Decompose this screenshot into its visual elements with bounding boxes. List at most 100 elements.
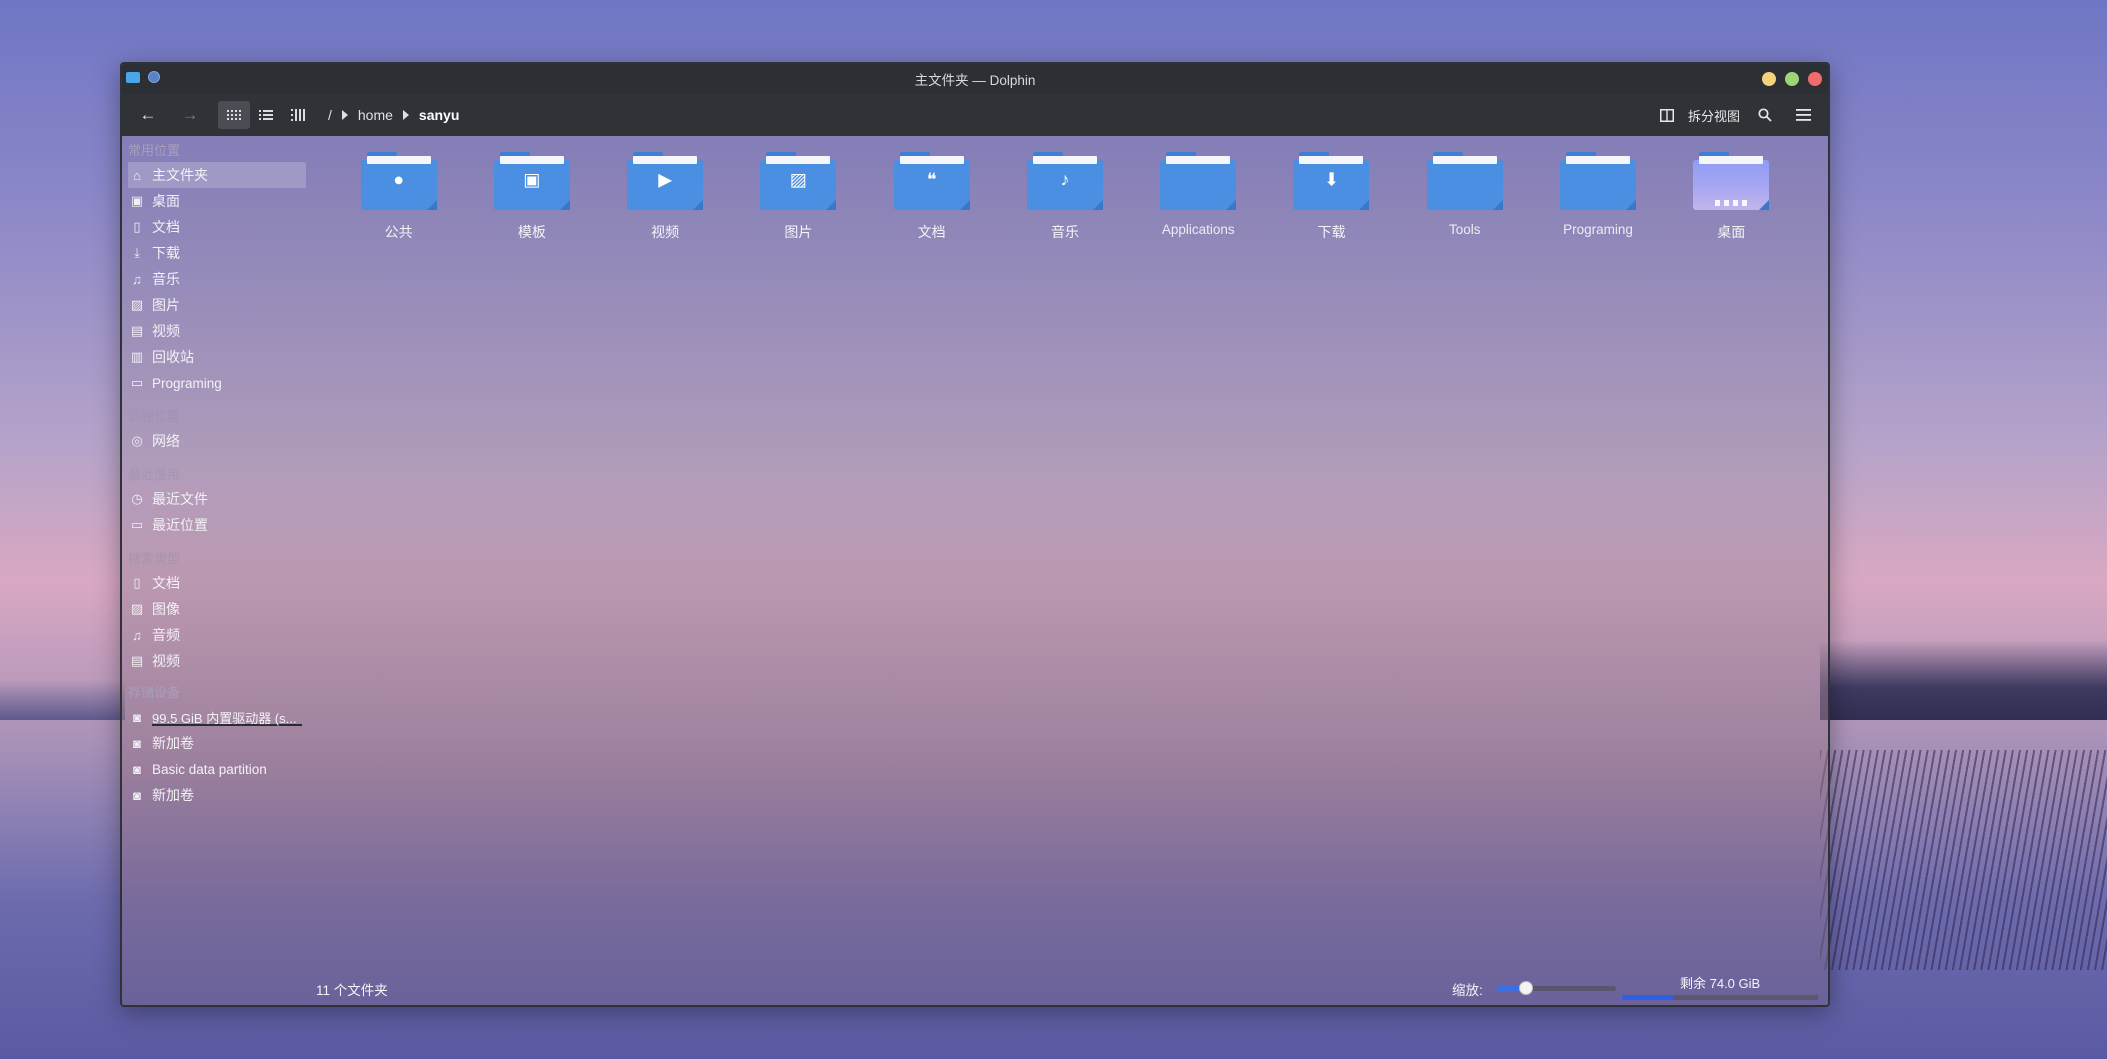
details-view-button[interactable] <box>282 101 314 129</box>
back-button[interactable]: ← <box>132 101 164 129</box>
split-view-button[interactable] <box>1656 101 1678 129</box>
sidebar-item-search-video[interactable]: ▤ 视频 <box>122 648 312 674</box>
details-icon <box>291 109 305 121</box>
arrow-right-icon: → <box>181 105 199 124</box>
folder-downloads[interactable]: ⬇ 下载 <box>1265 152 1398 242</box>
zoom-slider[interactable] <box>1496 981 1616 995</box>
free-space-label: 剩余 74.0 GiB <box>1680 976 1761 991</box>
split-view-label[interactable]: 拆分视图 <box>1688 106 1740 125</box>
file-label: 图片 <box>784 224 813 240</box>
download-icon: ⤓ <box>134 245 140 260</box>
sidebar-item-volume-1[interactable]: ◙ 新加卷 <box>122 730 312 756</box>
sidebar-item-search-images[interactable]: ▨ 图像 <box>122 596 312 622</box>
folder-icon: ● <box>360 152 437 210</box>
file-label: 下载 <box>1317 224 1346 240</box>
file-label: Applications <box>1161 222 1235 237</box>
breadcrumb-home[interactable]: home <box>358 107 393 123</box>
breadcrumb-separator-icon[interactable] <box>341 110 348 120</box>
hamburger-menu-button[interactable] <box>1790 101 1816 129</box>
keep-on-top-icon[interactable] <box>148 71 160 83</box>
sidebar-item-label: 视频 <box>152 653 180 669</box>
sidebar-item-programing[interactable]: ▭ Programing <box>122 370 312 396</box>
free-space-bar[interactable] <box>1622 995 1818 1000</box>
section-title-devices: 存储设备 <box>128 685 181 700</box>
sidebar-item-home[interactable]: ⌂ 主文件夹 <box>128 162 306 188</box>
folder-icon: ♪ <box>1026 152 1103 210</box>
breadcrumb-separator-icon[interactable] <box>402 110 409 120</box>
sidebar-item-music[interactable]: ♫ 音乐 <box>122 266 312 292</box>
desktop-wallpaper-icon <box>1693 152 1770 210</box>
zoom-label: 缩放: <box>1452 983 1483 998</box>
search-button[interactable] <box>1750 101 1780 129</box>
sidebar-item-label: 音乐 <box>152 271 180 287</box>
play-icon: ▶ <box>658 169 673 190</box>
folder-count: 11 个文件夹 <box>316 983 388 998</box>
folder-desktop[interactable]: 桌面 <box>1665 152 1798 242</box>
zoom-slider-handle[interactable] <box>1519 981 1533 995</box>
sidebar-item-downloads[interactable]: ⤓ 下载 <box>122 240 312 266</box>
file-view: ● 公共 ▣ 模板 ▶ 视频 ▨ 图片 ❝ 文档 ♪ 音乐 Applicatio… <box>332 152 1798 242</box>
sidebar-item-videos[interactable]: ▤ 视频 <box>122 318 312 344</box>
dolphin-window: 主文件夹 — Dolphin ← → / home sanyu 拆分视图 常用位… <box>120 62 1830 1007</box>
section-title-places: 常用位置 <box>128 143 181 158</box>
user-icon: ● <box>393 169 405 190</box>
file-label: Tools <box>1449 222 1481 237</box>
title-bar[interactable]: 主文件夹 — Dolphin <box>122 64 1828 94</box>
folder-public[interactable]: ● 公共 <box>332 152 465 242</box>
forward-button[interactable]: → <box>174 101 206 129</box>
breadcrumb-root[interactable]: / <box>328 107 332 123</box>
quote-icon: ❝ <box>926 169 937 190</box>
wallpaper-reeds <box>1820 750 2107 970</box>
split-view-icon <box>1659 108 1674 122</box>
sidebar-item-volume-2[interactable]: ◙ 新加卷 <box>122 782 312 808</box>
sidebar-item-label: 文档 <box>152 219 180 235</box>
network-icon: ◎ <box>131 433 143 448</box>
sidebar-item-documents[interactable]: ▯ 文档 <box>122 214 312 240</box>
clock-icon: ◷ <box>131 491 143 506</box>
sidebar-item-label: 桌面 <box>152 193 180 209</box>
sidebar-item-label: 文档 <box>152 575 180 591</box>
drive-icon: ◙ <box>133 787 141 803</box>
list-icon <box>259 110 273 120</box>
minimize-button[interactable] <box>1762 72 1776 86</box>
sidebar-item-recent-files[interactable]: ◷ 最近文件 <box>122 486 312 512</box>
folder-videos[interactable]: ▶ 视频 <box>599 152 732 242</box>
sidebar-item-search-audio[interactable]: ♫ 音频 <box>122 622 312 648</box>
maximize-button[interactable] <box>1785 72 1799 86</box>
folder-icon: ▭ <box>130 375 144 390</box>
close-button[interactable] <box>1808 72 1822 86</box>
sidebar-item-search-documents[interactable]: ▯ 文档 <box>122 570 312 596</box>
folder-icon: ❝ <box>893 152 970 210</box>
toolbar: ← → / home sanyu 拆分视图 <box>122 94 1828 136</box>
folder-icon: ▣ <box>493 152 570 210</box>
home-icon: ⌂ <box>133 167 141 183</box>
free-space-bar-fill <box>1622 995 1673 1000</box>
folder-applications[interactable]: Applications <box>1132 152 1265 242</box>
folder-music[interactable]: ♪ 音乐 <box>998 152 1131 242</box>
folder-icon: ▶ <box>627 152 704 210</box>
folder-pictures[interactable]: ▨ 图片 <box>732 152 865 242</box>
sidebar-item-trash[interactable]: ▥ 回收站 <box>122 344 312 370</box>
breadcrumb-sanyu[interactable]: sanyu <box>419 107 459 123</box>
folder-tools[interactable]: Tools <box>1398 152 1531 242</box>
wallpaper-left-hill <box>0 680 125 720</box>
sidebar-item-label: 99.5 GiB 内置驱动器 (s... <box>152 710 297 726</box>
folder-icon <box>1560 152 1637 210</box>
hamburger-icon <box>1795 109 1811 121</box>
sidebar-item-network[interactable]: ◎ 网络 <box>122 428 312 454</box>
wallpaper-hills <box>1820 640 2107 720</box>
folder-programing[interactable]: Programing <box>1531 152 1664 242</box>
sidebar-item-pictures[interactable]: ▨ 图片 <box>122 292 312 318</box>
places-panel: 常用位置 ⌂ 主文件夹 ▣ 桌面 ▯ 文档 ⤓ 下载 ♫ 音乐 ▨ 图片 ▤ 视频 ▥ 回收站 … <box>122 136 312 1005</box>
sidebar-item-label: 新加卷 <box>152 787 194 803</box>
compact-view-button[interactable] <box>250 101 282 129</box>
sidebar-item-desktop[interactable]: ▣ 桌面 <box>122 188 312 214</box>
music-icon: ♫ <box>132 271 142 287</box>
folder-templates[interactable]: ▣ 模板 <box>465 152 598 242</box>
icons-view-button[interactable] <box>218 101 250 129</box>
folder-documents[interactable]: ❝ 文档 <box>865 152 998 242</box>
app-menu-icon[interactable] <box>126 71 140 83</box>
sidebar-item-recent-locations[interactable]: ▭ 最近位置 <box>122 512 312 538</box>
sidebar-item-basic-data-partition[interactable]: ◙ Basic data partition <box>122 756 312 782</box>
sidebar-item-label: 新加卷 <box>152 735 194 751</box>
